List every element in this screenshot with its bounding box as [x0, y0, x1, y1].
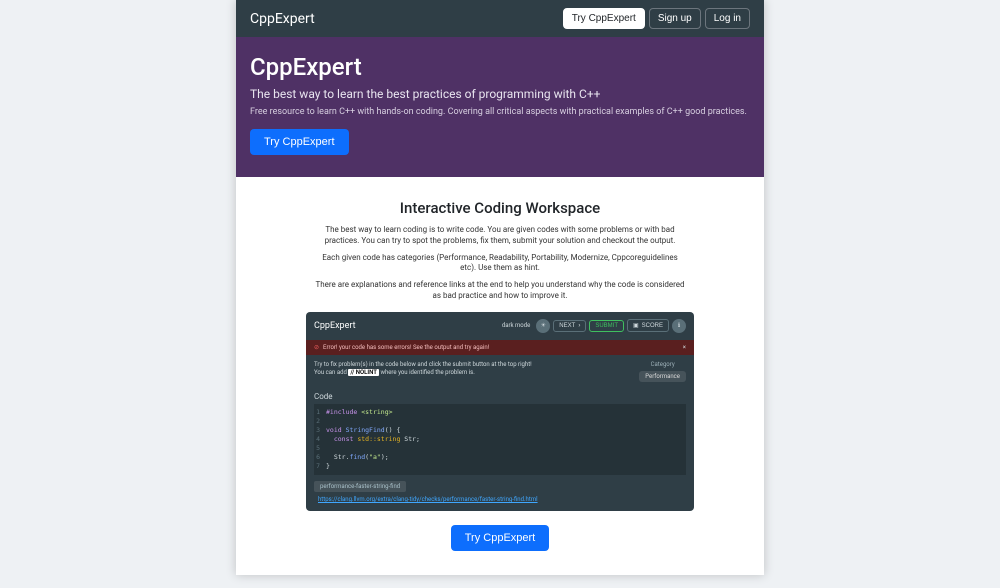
code-line[interactable]: 3void StringFind() {: [314, 426, 686, 435]
hero-section: CppExpert The best way to learn the best…: [236, 37, 764, 177]
navbar: CppExpert Try CppExpert Sign up Log in: [236, 0, 764, 37]
code-line[interactable]: 6 Str.find("a");: [314, 453, 686, 462]
line-number: 6: [314, 453, 326, 462]
score-label: SCORE: [642, 323, 663, 329]
hero-cta-button[interactable]: Try CppExpert: [250, 129, 349, 155]
hero-title: CppExpert: [250, 53, 750, 81]
bottom-cta-button[interactable]: Try CppExpert: [451, 525, 550, 551]
code-text: }: [326, 462, 330, 471]
line-number: 2: [314, 417, 326, 426]
app-toolbar: CppExpert dark mode ☀ NEXT › SUBMIT ▣ SC…: [306, 312, 694, 340]
score-button[interactable]: ▣ SCORE: [627, 319, 669, 332]
code-line[interactable]: 4 const std::string Str;: [314, 435, 686, 444]
code-text: #include <string>: [326, 408, 393, 417]
code-line[interactable]: 1#include <string>: [314, 408, 686, 417]
hint-text: Try to fix problem(s) in the code below …: [314, 361, 631, 382]
coding-app: CppExpert dark mode ☀ NEXT › SUBMIT ▣ SC…: [306, 312, 694, 512]
code-line[interactable]: 2: [314, 417, 686, 426]
error-icon: ⊘: [314, 344, 319, 351]
workspace-para-1: The best way to learn coding is to write…: [314, 225, 686, 247]
category-box: Category Performance: [639, 361, 686, 382]
code-heading: Code: [306, 388, 694, 404]
chevron-right-icon: ›: [578, 323, 580, 329]
workspace-card: Interactive Coding Workspace The best wa…: [306, 187, 694, 555]
category-label: Category: [651, 361, 675, 368]
code-line[interactable]: 7}: [314, 462, 686, 471]
trophy-icon: ▣: [633, 322, 639, 329]
hero-description: Free resource to learn C++ with hands-on…: [250, 107, 750, 117]
hint-line-1: Try to fix problem(s) in the code below …: [314, 361, 532, 368]
line-number: 5: [314, 444, 326, 453]
code-editor[interactable]: 1#include <string>23void StringFind() {4…: [314, 404, 686, 476]
app-brand[interactable]: CppExpert: [314, 321, 502, 331]
next-label: NEXT: [559, 323, 575, 329]
hint-row: Try to fix problem(s) in the code below …: [306, 355, 694, 388]
code-text: Str.find("a");: [326, 453, 389, 462]
error-text: Error! your code has some errors! See th…: [323, 344, 489, 351]
nav-try-button[interactable]: Try CppExpert: [563, 8, 645, 29]
reference-link[interactable]: https://clang.llvm.org/extra/clang-tidy/…: [318, 496, 686, 503]
error-alert: ⊘ Error! your code has some errors! See …: [306, 340, 694, 355]
code-text: const std::string Str;: [326, 435, 420, 444]
category-chip[interactable]: Performance: [639, 371, 686, 382]
hint-nolint: // NOLINT: [348, 369, 379, 376]
nav-login-button[interactable]: Log in: [705, 8, 750, 29]
workspace-heading: Interactive Coding Workspace: [306, 199, 694, 217]
code-line[interactable]: 5: [314, 444, 686, 453]
line-number: 4: [314, 435, 326, 444]
page-container: CppExpert Try CppExpert Sign up Log in C…: [236, 0, 764, 575]
workspace-section: Interactive Coding Workspace The best wa…: [236, 177, 764, 575]
rule-tag-chip[interactable]: performance-faster-string-find: [314, 481, 406, 492]
hint-line-2b: where you identified the problem is.: [380, 369, 474, 376]
hero-subtitle: The best way to learn the best practices…: [250, 87, 750, 101]
code-text: void StringFind() {: [326, 426, 400, 435]
workspace-para-3: There are explanations and reference lin…: [314, 280, 686, 302]
bottom-cta-wrap: Try CppExpert: [306, 511, 694, 555]
brand-logo[interactable]: CppExpert: [250, 11, 559, 27]
darkmode-toggle[interactable]: ☀: [536, 319, 550, 333]
line-number: 3: [314, 426, 326, 435]
info-button[interactable]: ℹ: [672, 319, 686, 333]
next-button[interactable]: NEXT ›: [553, 320, 586, 332]
nav-signup-button[interactable]: Sign up: [649, 8, 701, 29]
darkmode-label: dark mode: [502, 322, 530, 329]
hint-line-2a: You can add: [314, 369, 347, 376]
line-number: 1: [314, 408, 326, 417]
close-icon[interactable]: ×: [683, 344, 686, 351]
sun-icon: ☀: [541, 322, 546, 329]
submit-button[interactable]: SUBMIT: [589, 320, 624, 332]
line-number: 7: [314, 462, 326, 471]
info-icon: ℹ: [678, 322, 680, 329]
workspace-para-2: Each given code has categories (Performa…: [314, 253, 686, 275]
